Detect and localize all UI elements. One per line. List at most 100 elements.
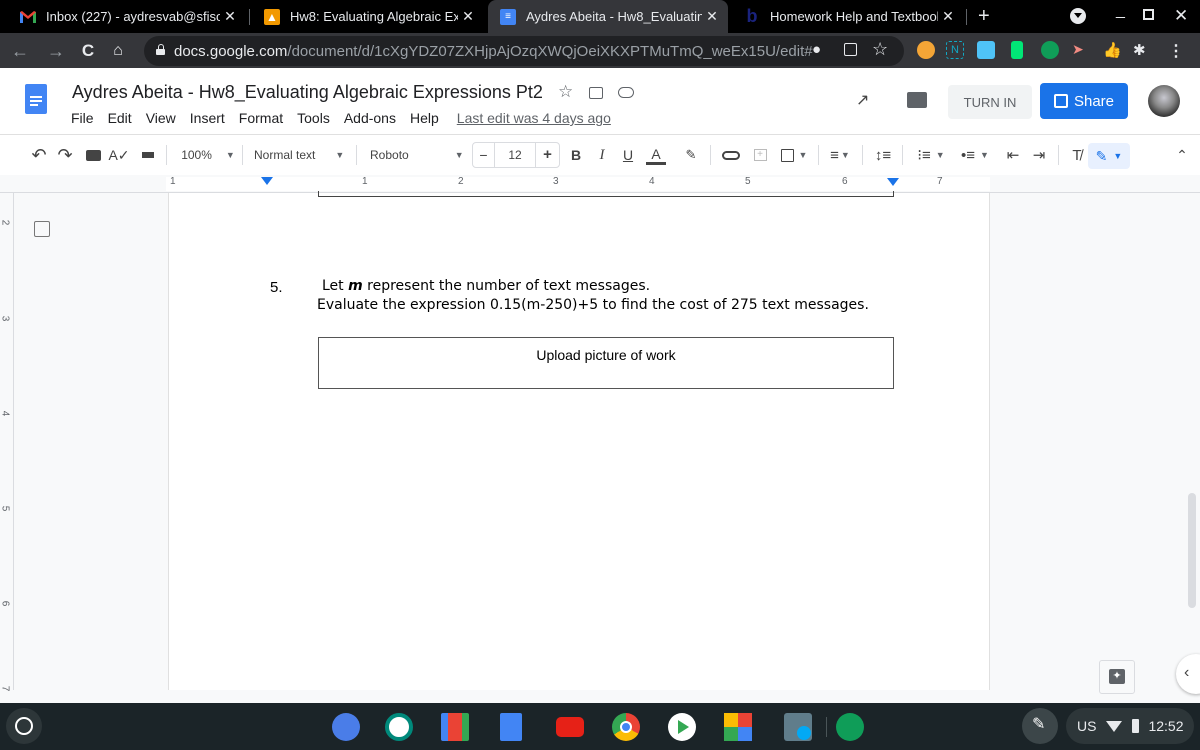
left-indent-marker[interactable] <box>261 177 273 185</box>
increase-font-size-button[interactable]: + <box>535 143 559 167</box>
last-edit-link[interactable]: Last edit was 4 days ago <box>457 110 611 126</box>
bold-button[interactable]: B <box>568 145 584 165</box>
chrome-icon[interactable] <box>612 713 640 741</box>
increase-indent-icon[interactable]: ⇥ <box>1030 145 1048 165</box>
star-icon[interactable]: ☆ <box>558 82 573 102</box>
reload-icon[interactable]: C <box>76 39 100 63</box>
menu-addons[interactable]: Add-ons <box>344 110 396 126</box>
paragraph-style-select[interactable]: Normal text ▼ <box>254 145 348 165</box>
menu-help[interactable]: Help <box>410 110 439 126</box>
close-tab-icon[interactable]: ✕ <box>938 8 958 25</box>
comments-icon[interactable] <box>907 92 927 108</box>
clear-formatting-icon[interactable]: T̸ <box>1068 145 1086 165</box>
font-select[interactable]: Roboto ▼ <box>370 145 464 165</box>
photos-icon[interactable] <box>724 713 752 741</box>
close-tab-icon[interactable]: ✕ <box>220 8 240 25</box>
new-tab-button[interactable]: + <box>978 5 990 28</box>
extension-person-icon[interactable] <box>977 41 995 59</box>
undo-icon[interactable]: ↶ <box>30 145 48 165</box>
tab-bartleby[interactable]: b Homework Help and Textbook So ✕ <box>732 0 964 33</box>
explore-button[interactable]: ✦ <box>1099 660 1135 694</box>
menu-insert[interactable]: Insert <box>190 110 225 126</box>
forward-icon[interactable]: → <box>44 39 68 63</box>
menu-tools[interactable]: Tools <box>297 110 330 126</box>
numbered-list-icon[interactable]: ⁝≡ ▼ <box>914 145 948 165</box>
activity-trend-icon[interactable]: ↗ <box>856 90 869 110</box>
line-spacing-icon[interactable]: ↕≡ <box>872 145 894 165</box>
document-outline-icon[interactable] <box>34 221 50 237</box>
extension-green-icon[interactable] <box>1011 41 1023 59</box>
document-page[interactable]: 5. Let m represent the number of text me… <box>168 191 990 690</box>
insert-image-icon[interactable]: ▼ <box>778 145 810 165</box>
font-size-input[interactable]: 12 <box>495 143 535 167</box>
tab-gmail-inbox[interactable]: Inbox (227) - aydresvab@sfisonli ✕ <box>8 0 246 33</box>
tab-search-icon[interactable] <box>1070 8 1086 24</box>
turn-in-button[interactable]: TURN IN <box>948 85 1032 119</box>
close-tab-icon[interactable]: ✕ <box>702 8 722 25</box>
zoom-select[interactable]: 100% ▼ <box>178 145 238 165</box>
print-icon[interactable] <box>84 145 102 165</box>
browser-menu-icon[interactable]: ⋮ <box>1168 41 1186 60</box>
text-color-button[interactable]: A <box>646 145 666 165</box>
bookmark-star-icon[interactable]: ☆ <box>872 39 888 60</box>
open-in-app-icon[interactable] <box>844 43 857 56</box>
extension-arrow-icon[interactable]: ➤ <box>1072 41 1090 59</box>
close-tab-icon[interactable]: ✕ <box>458 8 478 25</box>
align-left-icon[interactable]: ≡ ▼ <box>826 145 854 165</box>
italic-button[interactable]: I <box>594 145 610 165</box>
launcher-button[interactable] <box>6 708 42 744</box>
vertical-scrollbar[interactable] <box>1186 193 1200 690</box>
menu-view[interactable]: View <box>146 110 176 126</box>
meet-icon[interactable] <box>385 713 413 741</box>
menu-format[interactable]: Format <box>239 110 283 126</box>
upload-work-box[interactable]: Upload picture of work <box>318 337 894 389</box>
underline-button[interactable]: U <box>620 145 636 165</box>
minimize-window-icon[interactable]: _ <box>1116 2 1125 20</box>
document-title[interactable]: Aydres Abeita - Hw8_Evaluating Algebraic… <box>72 82 543 103</box>
location-icon[interactable]: ● <box>812 41 821 58</box>
share-button[interactable]: Share <box>1040 83 1128 119</box>
highlight-color-icon[interactable]: ✎ <box>682 145 700 165</box>
collapse-toolbar-icon[interactable]: ⌃ <box>1174 145 1190 165</box>
extensions-puzzle-icon[interactable]: ✱ <box>1133 41 1151 59</box>
hangouts-icon[interactable] <box>836 713 864 741</box>
docs-logo-icon[interactable] <box>25 84 47 114</box>
restore-window-icon[interactable] <box>1143 9 1154 20</box>
bulleted-list-icon[interactable]: •≡ ▼ <box>958 145 992 165</box>
calculator-icon[interactable] <box>784 713 812 741</box>
spellcheck-icon[interactable]: A✓ <box>108 145 129 165</box>
canvas-icon[interactable] <box>332 713 360 741</box>
move-folder-icon[interactable] <box>589 87 603 99</box>
tab-classroom-assignment[interactable]: ▲ Hw8: Evaluating Algebraic Expres ✕ <box>252 0 484 33</box>
side-panel-toggle[interactable]: ‹ <box>1176 654 1200 694</box>
tab-google-doc[interactable]: ≡ Aydres Abeita - Hw8_Evaluating A ✕ <box>488 0 728 33</box>
extension-thumbs-icon[interactable]: 👍 <box>1103 41 1122 59</box>
extension-circle-icon[interactable] <box>1041 41 1059 59</box>
address-bar[interactable]: docs.google.com/document/d/1cXgYDZ07ZXHj… <box>144 36 904 66</box>
account-avatar[interactable] <box>1148 85 1180 117</box>
menu-edit[interactable]: Edit <box>108 110 132 126</box>
scrollbar-thumb[interactable] <box>1188 493 1196 608</box>
add-comment-icon[interactable]: + <box>752 145 768 165</box>
gmail-icon[interactable] <box>441 713 469 741</box>
youtube-icon[interactable] <box>556 717 584 737</box>
extension-n-icon[interactable]: N <box>946 41 964 59</box>
back-icon[interactable]: ← <box>8 39 32 63</box>
paint-format-icon[interactable] <box>140 145 156 165</box>
cloud-saved-icon[interactable] <box>618 87 634 98</box>
editing-mode-button[interactable]: ✎ ▼ <box>1088 143 1130 169</box>
insert-link-icon[interactable] <box>720 145 742 165</box>
right-indent-marker[interactable] <box>887 178 899 186</box>
browser-toolbar: ← → C ⌂ docs.google.com/document/d/1cXgY… <box>0 33 1200 68</box>
status-tray[interactable]: US 12:52 <box>1066 708 1194 744</box>
play-store-icon[interactable] <box>668 713 696 741</box>
home-icon[interactable]: ⌂ <box>106 39 130 63</box>
extension-icon[interactable] <box>917 41 935 59</box>
menu-file[interactable]: File <box>71 110 94 126</box>
stylus-tools-button[interactable]: ✎ <box>1022 708 1058 744</box>
close-window-icon[interactable]: ✕ <box>1174 6 1188 26</box>
decrease-indent-icon[interactable]: ⇤ <box>1004 145 1022 165</box>
redo-icon[interactable]: ↷ <box>56 145 74 165</box>
docs-icon[interactable] <box>500 713 522 741</box>
decrease-font-size-button[interactable]: − <box>473 143 495 167</box>
